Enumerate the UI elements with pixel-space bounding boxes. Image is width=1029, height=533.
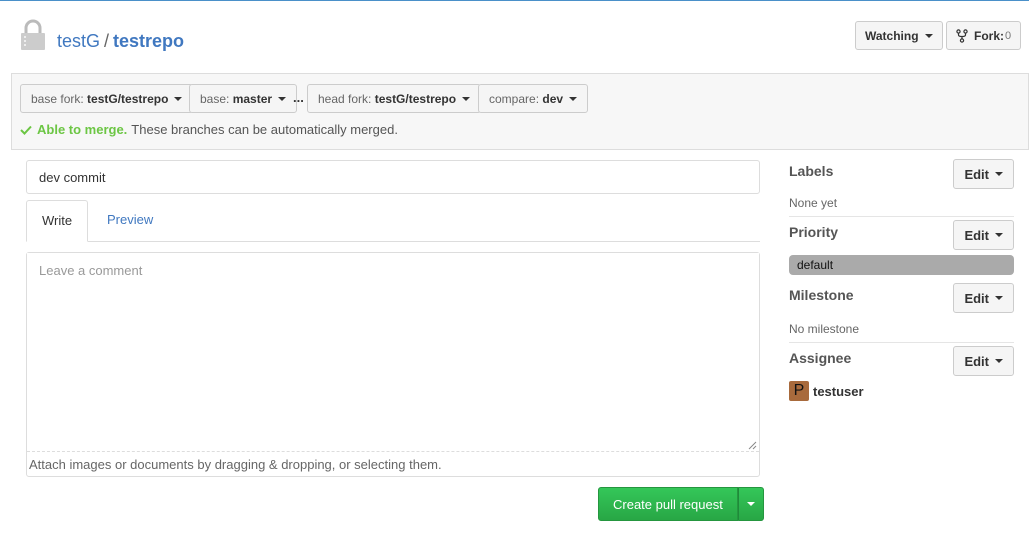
avatar: P bbox=[789, 381, 809, 401]
compare-bar: base fork: testG/testrepo base: master .… bbox=[11, 73, 1029, 150]
merge-ok-text: Able to merge. bbox=[37, 122, 128, 137]
fork-icon bbox=[956, 28, 968, 43]
milestone-value: No milestone bbox=[789, 322, 860, 336]
merge-description: These branches can be automatically merg… bbox=[131, 122, 398, 137]
labels-edit-label: Edit bbox=[964, 166, 989, 182]
fork-button[interactable]: Fork: 0 bbox=[946, 21, 1022, 50]
chevron-down-icon bbox=[995, 172, 1003, 176]
compare-value: dev bbox=[542, 91, 564, 106]
check-icon bbox=[20, 125, 32, 135]
attach-hint[interactable]: Attach images or documents by dragging &… bbox=[29, 457, 442, 472]
chevron-down-icon bbox=[462, 96, 471, 101]
compare-branch-select[interactable]: compare: dev bbox=[478, 84, 589, 113]
head-fork-label: head fork: bbox=[318, 91, 372, 106]
chevron-down-icon bbox=[569, 96, 578, 101]
assignee-item[interactable]: P testuser bbox=[789, 381, 864, 401]
chevron-down-icon bbox=[995, 233, 1003, 237]
assignee-name[interactable]: testuser bbox=[813, 384, 864, 399]
tab-write[interactable]: Write bbox=[26, 200, 89, 242]
create-pr-group: Create pull request bbox=[598, 487, 764, 521]
watch-button[interactable]: Watching bbox=[855, 21, 943, 50]
priority-badge: default bbox=[789, 255, 1014, 275]
chevron-down-icon bbox=[924, 33, 933, 38]
repo-separator: / bbox=[104, 31, 110, 51]
lock-icon bbox=[21, 19, 45, 50]
assignee-edit-button[interactable]: Edit bbox=[953, 346, 1014, 376]
base-fork-label: base fork: bbox=[31, 91, 84, 106]
sidebar-divider bbox=[789, 216, 1014, 217]
merge-status: Able to merge. These branches can be aut… bbox=[20, 122, 398, 137]
milestone-edit-label: Edit bbox=[964, 290, 989, 306]
head-fork-value: testG/testrepo bbox=[374, 91, 457, 106]
repo-title: testG / testrepo bbox=[57, 31, 184, 52]
base-branch-select[interactable]: base: master bbox=[189, 84, 298, 113]
chevron-down-icon bbox=[995, 359, 1003, 363]
priority-edit-button[interactable]: Edit bbox=[953, 220, 1014, 250]
create-pull-request-button[interactable]: Create pull request bbox=[598, 487, 738, 521]
repo-name-link[interactable]: testrepo bbox=[113, 31, 184, 51]
labels-edit-button[interactable]: Edit bbox=[953, 159, 1014, 189]
labels-heading: Labels bbox=[789, 163, 834, 179]
sidebar-divider bbox=[789, 342, 1014, 343]
repo-owner-link[interactable]: testG bbox=[57, 31, 100, 51]
priority-heading: Priority bbox=[789, 224, 839, 240]
milestone-edit-button[interactable]: Edit bbox=[953, 283, 1014, 313]
repo-header: testG / testrepo Watching Fork: 0 bbox=[0, 1, 1029, 73]
tab-preview[interactable]: Preview bbox=[92, 200, 168, 242]
assignee-edit-label: Edit bbox=[964, 353, 989, 369]
priority-edit-label: Edit bbox=[964, 227, 989, 243]
base-label: base: bbox=[200, 91, 230, 106]
base-fork-value: testG/testrepo bbox=[87, 91, 169, 106]
base-value: master bbox=[232, 91, 273, 106]
fork-count: 0 bbox=[1005, 29, 1012, 42]
chevron-down-icon bbox=[278, 96, 287, 101]
editor-tabs: Write Preview bbox=[26, 200, 760, 242]
chevron-down-icon bbox=[746, 502, 755, 506]
head-fork-select[interactable]: head fork: testG/testrepo bbox=[307, 84, 482, 113]
base-fork-select[interactable]: base fork: testG/testrepo bbox=[20, 84, 194, 113]
labels-value: None yet bbox=[789, 196, 838, 210]
watch-button-label: Watching bbox=[865, 28, 919, 43]
chevron-down-icon bbox=[174, 96, 183, 101]
resize-grip-icon[interactable] bbox=[748, 441, 757, 450]
chevron-down-icon bbox=[995, 296, 1003, 300]
comment-textarea[interactable] bbox=[27, 253, 759, 452]
pr-title-input[interactable] bbox=[26, 160, 760, 194]
compare-dots: ... bbox=[293, 90, 304, 105]
comment-box: Attach images or documents by dragging &… bbox=[26, 252, 760, 477]
fork-button-label: Fork: bbox=[974, 28, 1004, 43]
create-options-button[interactable] bbox=[737, 487, 764, 521]
compare-label: compare: bbox=[489, 91, 540, 106]
milestone-heading: Milestone bbox=[789, 287, 854, 303]
assignee-heading: Assignee bbox=[789, 350, 852, 366]
